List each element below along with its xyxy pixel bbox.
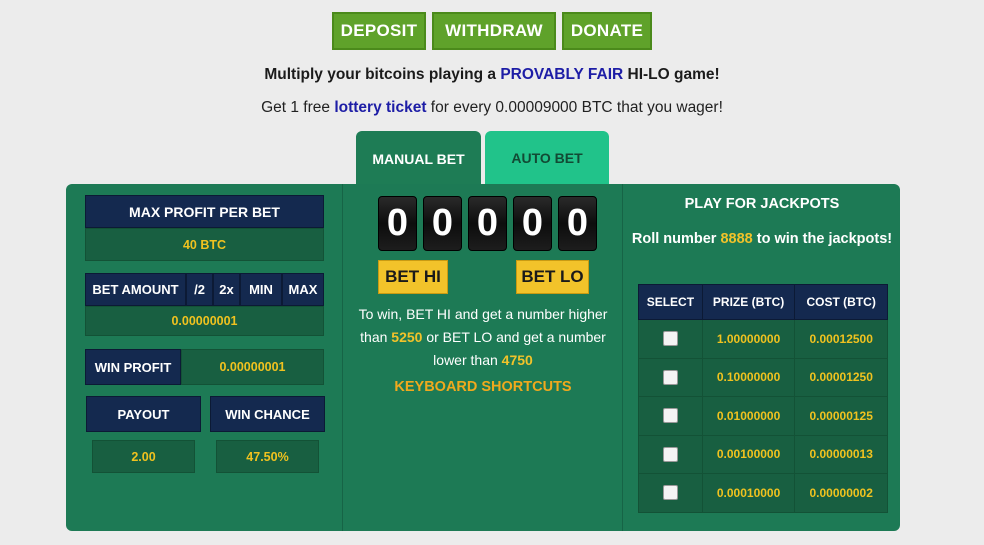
jackpot-desc-before: Roll number: [631, 231, 721, 247]
cost-cell: 0.00001250: [794, 357, 888, 397]
withdraw-button[interactable]: WITHDRAW: [432, 12, 556, 50]
jackpots-title: PLAY FOR JACKPOTS: [684, 196, 840, 212]
min-bet-button[interactable]: MIN: [240, 273, 282, 306]
max-bet-button[interactable]: MAX: [282, 273, 324, 306]
jackpot-checkbox[interactable]: [662, 446, 678, 462]
tab-manual-bet[interactable]: MANUAL BET: [356, 131, 481, 187]
jackpot-checkbox[interactable]: [662, 331, 678, 347]
cost-cell: 0.00000125: [794, 396, 888, 436]
table-row: 0.00100000 0.00000013: [638, 434, 888, 474]
cost-cell: 0.00000013: [794, 434, 888, 474]
lottery-ticket-link[interactable]: lottery ticket: [334, 99, 426, 116]
prize-cell: 0.10000000: [701, 357, 796, 397]
lo-threshold: 4750: [501, 352, 533, 368]
hi-threshold: 5250: [391, 329, 423, 345]
tab-auto-bet[interactable]: AUTO BET: [485, 131, 609, 185]
max-profit-label: MAX PROFIT PER BET: [85, 195, 324, 228]
win-profit-value: 0.00000001: [181, 349, 324, 385]
tagline: Multiply your bitcoins playing a PROVABL…: [0, 66, 984, 84]
jackpot-number: 8888: [720, 231, 753, 247]
prize-cell: 0.00010000: [701, 473, 796, 513]
roll-digit: 0: [513, 196, 552, 251]
select-cell: [638, 319, 703, 359]
column-header-cost: COST (BTC): [794, 284, 888, 320]
max-profit-value: 40 BTC: [85, 228, 324, 261]
select-cell: [638, 357, 703, 397]
cost-cell: 0.00000002: [794, 473, 888, 513]
table-row: 0.01000000 0.00000125: [638, 396, 888, 436]
bet-lo-button[interactable]: BET LO: [516, 260, 589, 294]
deposit-button[interactable]: DEPOSIT: [332, 12, 426, 50]
jackpot-checkbox[interactable]: [662, 408, 678, 424]
table-row: 0.10000000 0.00001250: [638, 357, 888, 397]
win-instructions: To win, BET HI and get a number higher t…: [346, 303, 620, 372]
jackpot-checkbox[interactable]: [662, 369, 678, 385]
prize-cell: 0.01000000: [701, 396, 796, 436]
tagline-after: HI-LO game!: [623, 66, 720, 83]
keyboard-shortcuts-link[interactable]: KEYBOARD SHORTCUTS: [346, 379, 620, 395]
subline-before: Get 1 free: [261, 99, 335, 116]
bet-amount-input[interactable]: 0.00000001: [85, 306, 324, 336]
roll-number-display: 0 0 0 0 0: [378, 196, 597, 251]
bet-hi-button[interactable]: BET HI: [378, 260, 448, 294]
cost-cell: 0.00012500: [794, 319, 888, 359]
half-bet-button[interactable]: /2: [186, 273, 213, 306]
table-row: 1.00000000 0.00012500: [638, 319, 888, 359]
win-chance-label: WIN CHANCE: [210, 396, 325, 432]
payout-label: PAYOUT: [86, 396, 201, 432]
roll-digit: 0: [423, 196, 462, 251]
panel-divider-left: [342, 184, 343, 531]
payout-input[interactable]: 2.00: [92, 440, 195, 473]
jackpot-desc-after: to win the jackpots!: [752, 231, 893, 247]
subline-after: for every 0.00009000 BTC that you wager!: [426, 99, 723, 116]
panel-divider-right: [622, 184, 623, 531]
prize-cell: 1.00000000: [701, 319, 796, 359]
win-chance-input[interactable]: 47.50%: [216, 440, 319, 473]
jackpots-description: Roll number 8888 to win the jackpots!: [624, 228, 900, 251]
win-profit-label: WIN PROFIT: [85, 349, 181, 385]
roll-digit: 0: [378, 196, 417, 251]
table-row: 0.00010000 0.00000002: [638, 473, 888, 513]
lottery-info: Get 1 free lottery ticket for every 0.00…: [0, 99, 984, 117]
bet-amount-label: BET AMOUNT: [85, 273, 186, 306]
prize-cell: 0.00100000: [701, 434, 796, 474]
select-cell: [638, 434, 703, 474]
provably-fair-link[interactable]: PROVABLY FAIR: [500, 66, 623, 83]
jackpot-checkbox[interactable]: [662, 485, 678, 501]
top-button-bar: DEPOSIT WITHDRAW DONATE: [0, 12, 984, 50]
column-header-select: SELECT: [638, 284, 703, 320]
select-cell: [638, 396, 703, 436]
table-header-row: SELECT PRIZE (BTC) COST (BTC): [638, 284, 888, 320]
roll-digit: 0: [558, 196, 597, 251]
donate-button[interactable]: DONATE: [562, 12, 652, 50]
roll-digit: 0: [468, 196, 507, 251]
column-header-prize: PRIZE (BTC): [701, 284, 796, 320]
tagline-before: Multiply your bitcoins playing a: [264, 66, 501, 83]
select-cell: [638, 473, 703, 513]
jackpot-table: SELECT PRIZE (BTC) COST (BTC) 1.00000000…: [638, 284, 888, 513]
double-bet-button[interactable]: 2x: [213, 273, 240, 306]
